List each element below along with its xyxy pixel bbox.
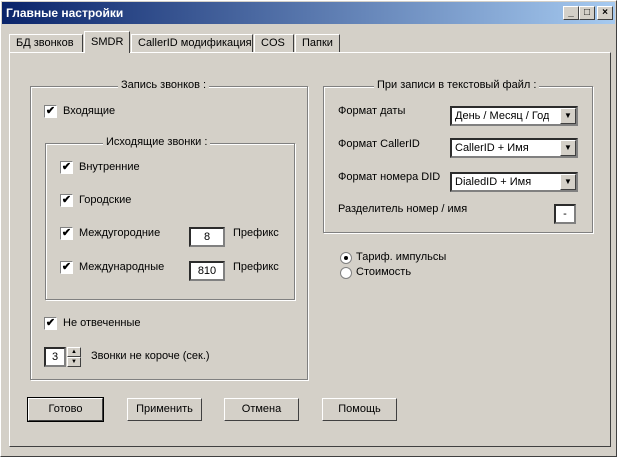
international-checkbox[interactable]: ✔ [60, 261, 73, 274]
callerid-format-label: Формат CallerID [338, 138, 420, 150]
minimize-button[interactable]: _ [563, 6, 579, 20]
tariff-pulses-radio[interactable] [340, 252, 352, 264]
close-button[interactable]: × [597, 6, 613, 20]
incoming-label: Входящие [63, 105, 116, 117]
did-format-select[interactable]: DialedID + Имя ▼ [450, 172, 578, 192]
tab-smdr[interactable]: SMDR [84, 31, 130, 53]
min-duration-spinner[interactable]: ▲ ▼ [67, 347, 81, 367]
cancel-button[interactable]: Отмена [224, 398, 299, 421]
spin-down-icon[interactable]: ▼ [67, 357, 81, 367]
did-format-label: Формат номера DID [338, 171, 441, 183]
separator-input[interactable]: - [554, 204, 576, 224]
cost-label: Стоимость [356, 266, 412, 278]
cost-radio[interactable] [340, 267, 352, 279]
callerid-format-value: CallerID + Имя [455, 142, 529, 154]
tab-call-db[interactable]: БД звонков [9, 34, 83, 52]
longdistance-prefix-input[interactable]: 8 [189, 227, 225, 247]
call-recording-group: Запись звонков : ✔ Входящие Исходящие зв… [30, 79, 308, 380]
tab-callerid-modification[interactable]: CallerID модификация [131, 34, 253, 52]
min-duration-label: Звонки не короче (сек.) [91, 350, 210, 362]
ok-button[interactable]: Готово [27, 397, 104, 422]
city-label: Городские [79, 194, 132, 206]
help-button[interactable]: Помощь [322, 398, 397, 421]
maximize-button[interactable]: □ [579, 6, 595, 20]
callerid-format-select[interactable]: CallerID + Имя ▼ [450, 138, 578, 158]
unanswered-label: Не отвеченные [63, 317, 141, 329]
text-file-group: При записи в текстовый файл : Формат дат… [323, 79, 593, 233]
window-title: Главные настройки [6, 6, 124, 20]
spin-up-icon[interactable]: ▲ [67, 347, 81, 357]
smdr-panel: Запись звонков : ✔ Входящие Исходящие зв… [9, 52, 611, 447]
international-prefix-label: Префикс [233, 261, 279, 273]
text-file-title: При записи в текстовый файл : [374, 79, 540, 91]
tariff-pulses-label: Тариф. импульсы [356, 251, 447, 263]
city-checkbox[interactable]: ✔ [60, 194, 73, 207]
unanswered-checkbox[interactable]: ✔ [44, 317, 57, 330]
did-format-value: DialedID + Имя [455, 176, 532, 188]
date-format-label: Формат даты [338, 105, 406, 117]
settings-window: Главные настройки _ □ × БД звонков SMDR … [0, 0, 617, 457]
tab-folders[interactable]: Папки [295, 34, 340, 52]
internal-label: Внутренние [79, 161, 140, 173]
title-bar[interactable]: Главные настройки _ □ × [2, 2, 615, 24]
apply-button[interactable]: Применить [127, 398, 202, 421]
internal-checkbox[interactable]: ✔ [60, 161, 73, 174]
tab-cos[interactable]: COS [254, 34, 294, 52]
longdistance-checkbox[interactable]: ✔ [60, 227, 73, 240]
chevron-down-icon[interactable]: ▼ [560, 108, 576, 124]
date-format-select[interactable]: День / Месяц / Год ▼ [450, 106, 578, 126]
chevron-down-icon[interactable]: ▼ [560, 174, 576, 190]
date-format-value: День / Месяц / Год [455, 110, 550, 122]
call-recording-title: Запись звонков : [118, 79, 210, 91]
international-label: Международные [79, 261, 165, 273]
min-duration-input[interactable]: 3 [44, 347, 66, 367]
chevron-down-icon[interactable]: ▼ [560, 140, 576, 156]
outgoing-title: Исходящие звонки : [103, 136, 211, 148]
outgoing-group: Исходящие звонки : ✔ Внутренние ✔ Городс… [45, 136, 295, 300]
incoming-checkbox[interactable]: ✔ [44, 105, 57, 118]
longdistance-prefix-label: Префикс [233, 227, 279, 239]
longdistance-label: Междугородние [79, 227, 161, 239]
separator-label: Разделитель номер / имя [338, 203, 468, 215]
international-prefix-input[interactable]: 810 [189, 261, 225, 281]
